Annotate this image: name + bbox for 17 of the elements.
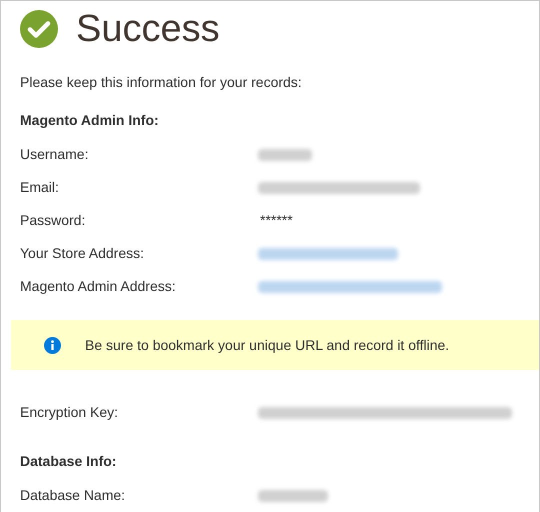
- notice-text: Be sure to bookmark your unique URL and record it offline.: [85, 336, 450, 355]
- redacted-value: [258, 148, 312, 160]
- field-label: Username:: [20, 145, 90, 164]
- success-check-icon: [20, 10, 58, 48]
- info-icon: [44, 336, 61, 354]
- field-label: Magento Admin Address:: [20, 277, 177, 296]
- intro-text: Please keep this information for your records:: [20, 73, 303, 92]
- field-label: Encryption Key:: [20, 403, 120, 422]
- page-title: Success: [76, 10, 220, 48]
- section-heading: Magento Admin Info:: [19, 111, 160, 130]
- field-label: Email:: [20, 178, 60, 197]
- field-label: Password:: [20, 211, 86, 230]
- field-label: Your Store Address:: [20, 244, 146, 263]
- redacted-value: [258, 490, 328, 502]
- section-heading: Database Info:: [19, 452, 118, 471]
- field-value: ******: [260, 211, 293, 230]
- field-label: Database Name:: [20, 486, 126, 505]
